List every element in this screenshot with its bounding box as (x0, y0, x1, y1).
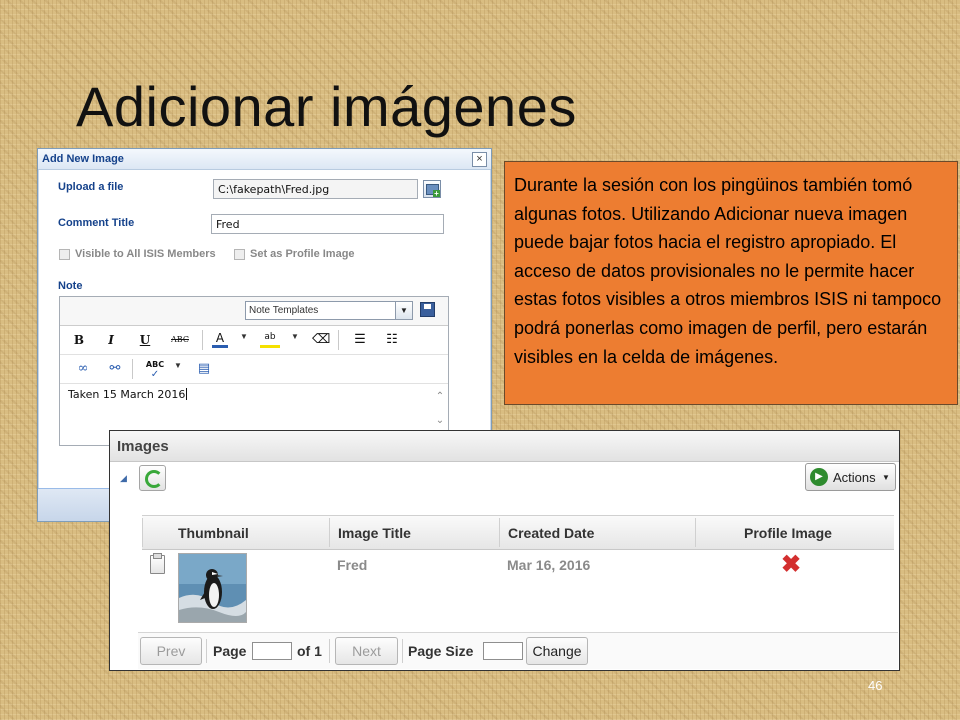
images-panel-title: Images (117, 438, 169, 455)
refresh-icon (145, 470, 163, 488)
arrow-right-icon: ▶ (810, 468, 828, 486)
pager-divider (329, 639, 330, 663)
note-text: Taken 15 March 2016 (68, 388, 186, 401)
bulleted-list-icon[interactable]: ☰ (352, 331, 368, 349)
editor-toolbar-row-2: ∞ ⚯ ABC ✓ ▼ ▤ (60, 355, 448, 384)
explanation-callout: Durante la sesión con los pingüinos tamb… (504, 161, 958, 405)
link-icon[interactable]: ∞ (74, 360, 92, 378)
image-title-cell: Fred (337, 557, 368, 573)
page-count-label: of 1 (297, 643, 322, 659)
text-caret (186, 388, 188, 400)
save-icon[interactable] (420, 302, 435, 317)
scroll-up-icon[interactable]: ⌃ (433, 385, 447, 409)
pagination-bar: Prev Page of 1 Next Page Size Change (138, 632, 898, 669)
change-button[interactable]: Change (526, 637, 588, 665)
highlight-button[interactable]: ab (260, 331, 280, 348)
add-icon: + (433, 189, 440, 198)
spellcheck-dropdown-icon[interactable]: ▼ (174, 361, 182, 370)
column-header-thumbnail[interactable]: Thumbnail (178, 525, 249, 541)
next-page-button[interactable]: Next (335, 637, 398, 665)
comment-title-input[interactable]: Fred (211, 214, 444, 234)
upload-file-label: Upload a file (58, 181, 124, 193)
column-divider (695, 518, 696, 547)
images-grid-header: Thumbnail Image Title Created Date Profi… (142, 515, 894, 550)
dialog-header: Add New Image × (38, 149, 491, 170)
eraser-icon[interactable]: ⌫ (312, 331, 330, 349)
pager-divider (206, 639, 207, 663)
strikethrough-button[interactable]: ABC (168, 331, 192, 349)
penguin-thumbnail[interactable] (178, 553, 247, 623)
toolbar-divider (202, 330, 203, 350)
collapse-triangle-icon[interactable]: ◢ (120, 473, 127, 484)
column-divider (499, 518, 500, 547)
refresh-button[interactable] (139, 465, 166, 491)
font-color-dropdown-icon[interactable]: ▼ (240, 332, 248, 341)
close-icon[interactable]: × (472, 152, 487, 167)
numbered-list-icon[interactable]: ☷ (384, 331, 400, 349)
actions-label: Actions (833, 470, 876, 485)
close-icon[interactable]: ✖ (781, 550, 801, 579)
column-header-created-date[interactable]: Created Date (508, 525, 594, 541)
note-text-area[interactable]: Taken 15 March 2016 (68, 388, 188, 401)
prev-page-button[interactable]: Prev (140, 637, 202, 665)
set-profile-image-label: Set as Profile Image (250, 248, 355, 260)
dialog-title: Add New Image (42, 153, 124, 165)
toolbar-divider (338, 330, 339, 350)
page-number-input[interactable] (252, 642, 292, 660)
italic-button[interactable]: I (104, 331, 118, 349)
penguin-photo (179, 554, 246, 622)
note-editor: Note Templates ▼ B I U ABC A ▼ ab ▼ ⌫ ☰ … (59, 296, 449, 446)
slide-title: Adicionar imágenes (76, 75, 577, 138)
editor-topbar: Note Templates ▼ (60, 297, 448, 326)
images-panel: Images ◢ ▶ Actions ▼ Thumbnail Image Tit… (109, 430, 900, 671)
font-color-button[interactable]: A (212, 331, 228, 348)
comment-title-label: Comment Title (58, 217, 135, 229)
toolbar-divider (132, 359, 133, 379)
actions-button[interactable]: ▶ Actions ▼ (805, 463, 896, 491)
editor-toolbar-row-1: B I U ABC A ▼ ab ▼ ⌫ ☰ ☷ (60, 326, 448, 355)
visible-to-members-label: Visible to All ISIS Members (75, 248, 216, 260)
spellcheck-button[interactable]: ABC ✓ (144, 360, 166, 380)
spellcheck-label: ABC (145, 360, 165, 369)
column-header-image-title[interactable]: Image Title (338, 525, 411, 541)
note-templates-value: Note Templates (249, 305, 319, 316)
set-profile-image-checkbox[interactable] (234, 249, 245, 260)
source-view-icon[interactable]: ▤ (196, 360, 212, 378)
page-label: Page (213, 643, 247, 659)
page-size-input[interactable] (483, 642, 523, 660)
images-panel-header: Images (110, 431, 899, 462)
upload-file-input[interactable]: C:\fakepath\Fred.jpg (213, 179, 418, 199)
bold-button[interactable]: B (72, 331, 86, 349)
document-icon[interactable] (150, 553, 165, 574)
unlink-icon[interactable]: ⚯ (106, 360, 124, 378)
page-size-label: Page Size (408, 643, 474, 659)
created-date-cell: Mar 16, 2016 (507, 557, 591, 573)
column-divider (142, 518, 143, 547)
highlight-dropdown-icon[interactable]: ▼ (291, 332, 299, 341)
browse-image-button[interactable]: + (423, 180, 441, 198)
column-header-profile-image[interactable]: Profile Image (744, 525, 832, 541)
pager-divider (402, 639, 403, 663)
chevron-down-icon: ▼ (882, 473, 890, 482)
chevron-down-icon: ▼ (395, 302, 412, 319)
underline-button[interactable]: U (138, 331, 152, 349)
note-label: Note (58, 280, 83, 292)
note-templates-select[interactable]: Note Templates ▼ (245, 301, 413, 320)
column-divider (329, 518, 330, 547)
slide-number: 46 (868, 678, 883, 693)
visible-to-members-checkbox[interactable] (59, 249, 70, 260)
